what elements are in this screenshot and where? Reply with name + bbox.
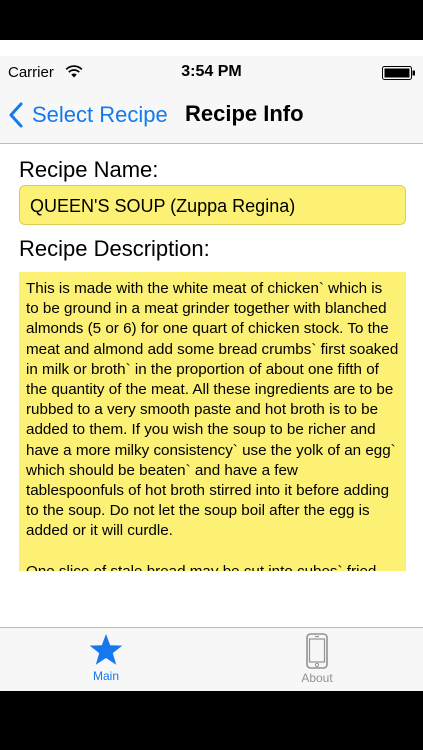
battery-icon [382, 66, 415, 80]
clock-time: 3:54 PM [181, 63, 242, 80]
bottom-black-band [0, 691, 423, 750]
back-button-label: Select Recipe [32, 102, 168, 127]
phone-icon [306, 633, 328, 669]
back-button[interactable]: Select Recipe [8, 97, 168, 133]
recipe-description-text[interactable]: This is made with the white meat of chic… [19, 272, 406, 571]
tab-about[interactable]: About [247, 633, 387, 691]
page-title: Recipe Info [185, 101, 304, 126]
tab-about-label: About [301, 671, 333, 685]
recipe-description-label: Recipe Description: [19, 236, 210, 261]
tab-main-label: Main [92, 669, 119, 683]
chevron-left-icon [9, 102, 23, 128]
recipe-name-label: Recipe Name: [19, 157, 159, 182]
star-icon [89, 634, 123, 665]
recipe-name-field[interactable]: QUEEN'S SOUP (Zuppa Regina) [19, 185, 406, 225]
tab-main[interactable]: Main [36, 633, 176, 691]
app-screen: Carrier 3:54 PM Select Recipe Recipe Inf… [0, 0, 423, 750]
top-black-band [0, 0, 423, 40]
